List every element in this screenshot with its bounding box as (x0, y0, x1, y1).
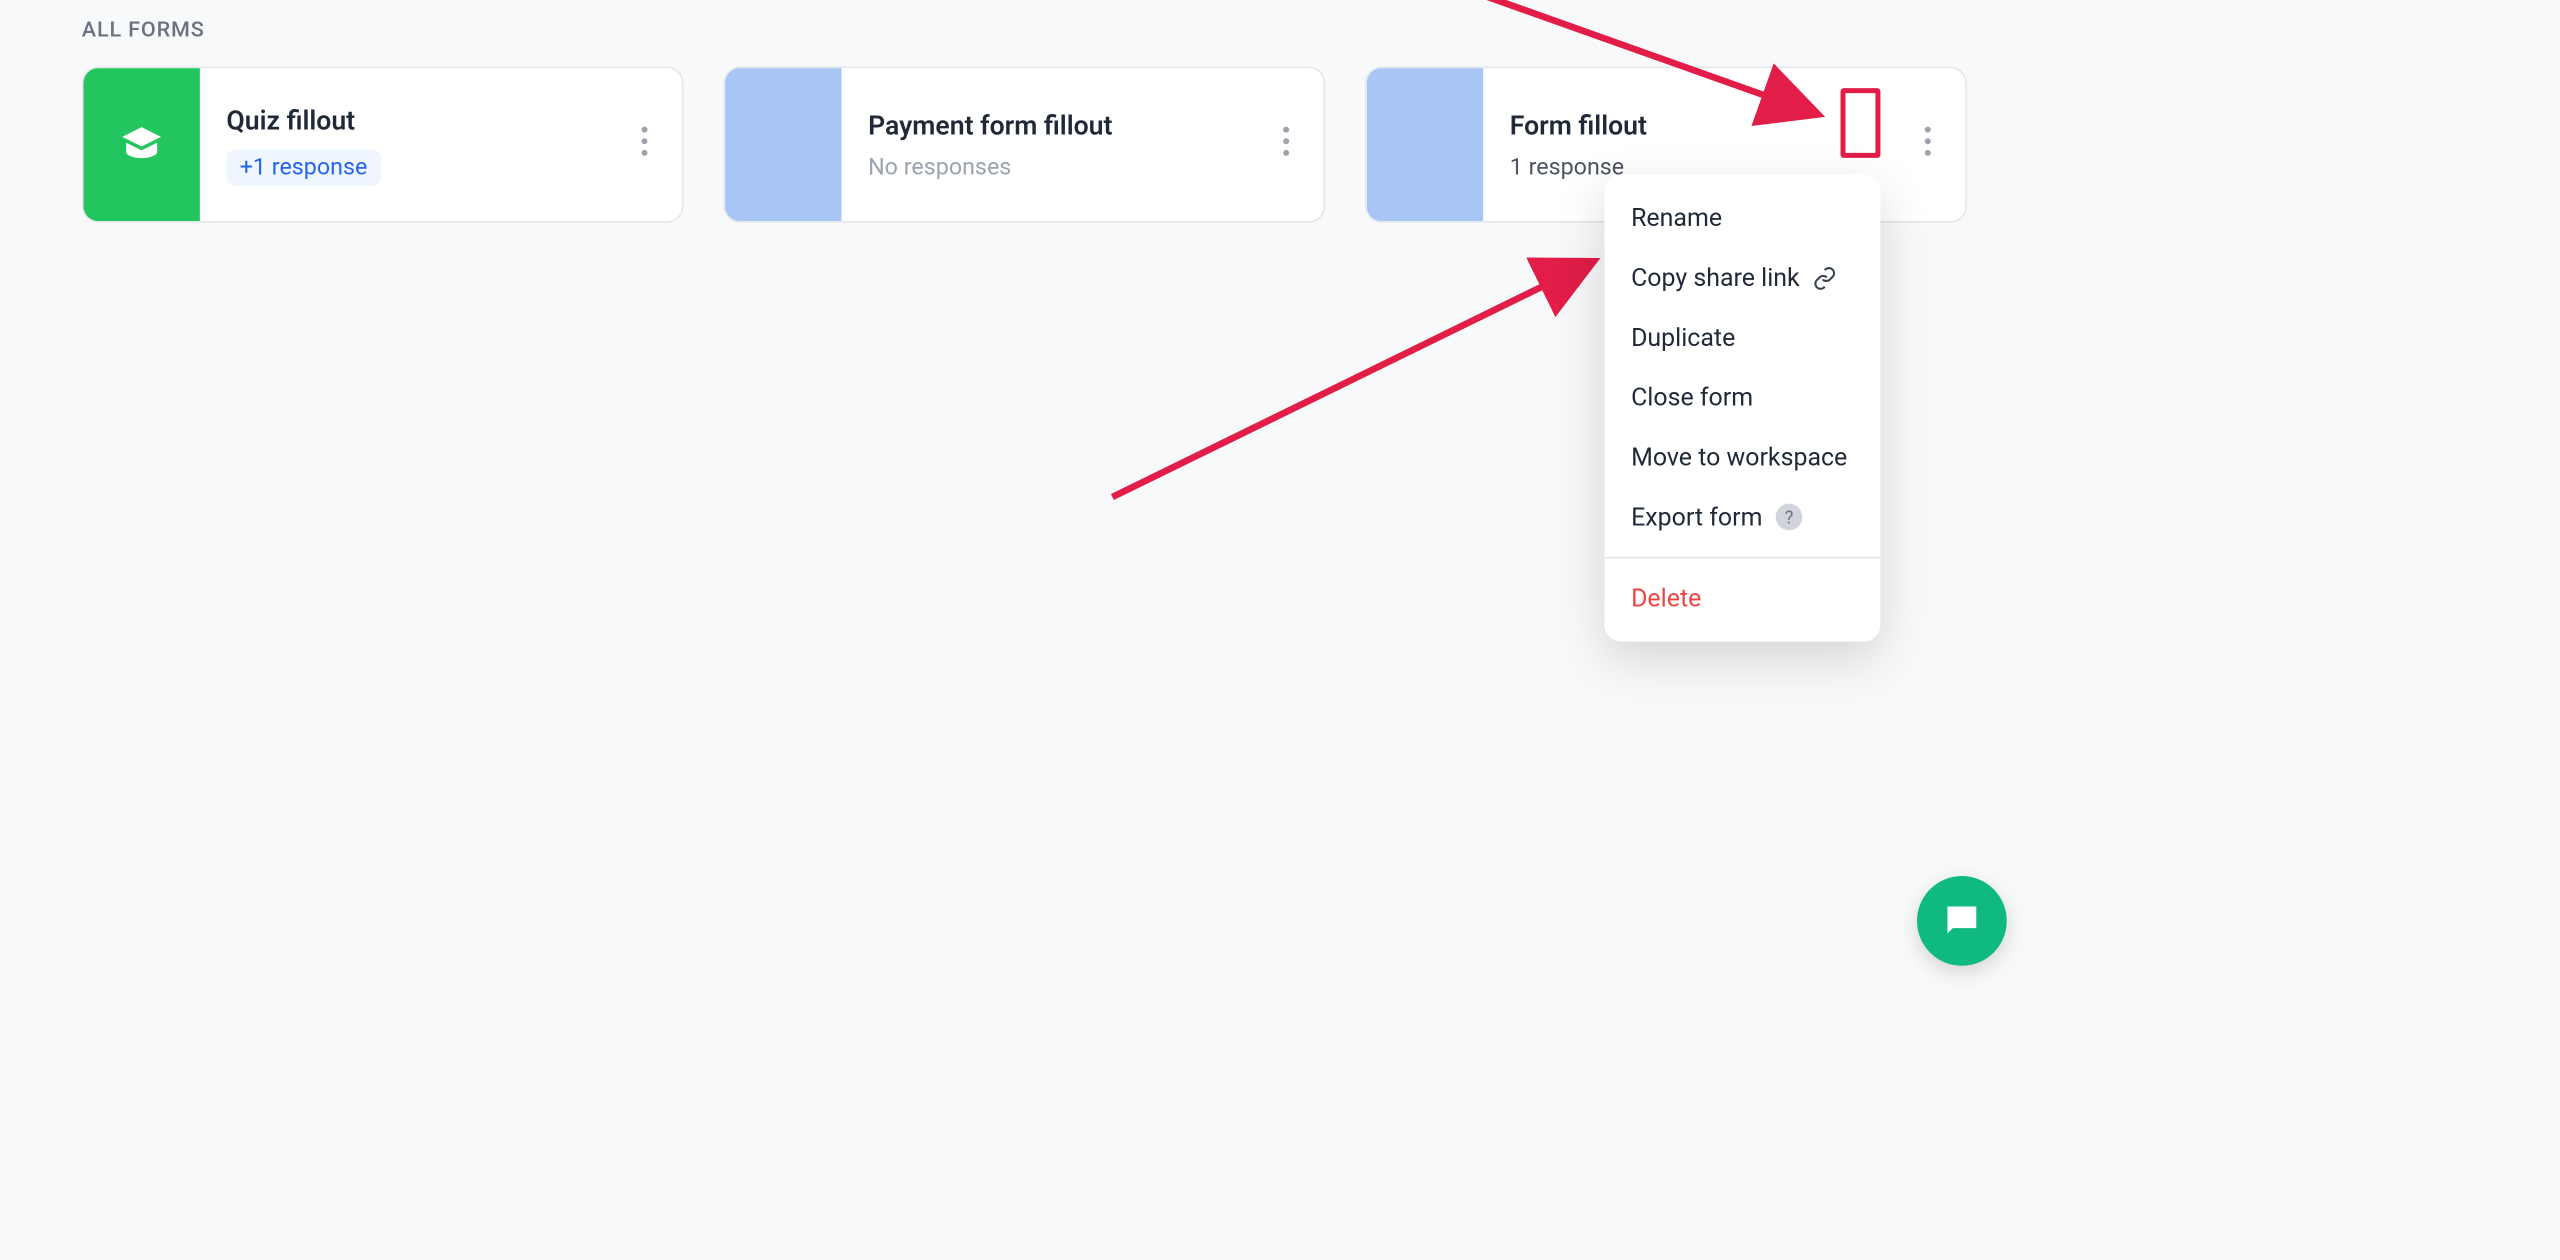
section-all-forms-label: ALL FORMS (82, 18, 1967, 43)
card-title: Payment form fillout (868, 109, 1307, 141)
ctx-move-workspace[interactable]: Move to workspace (1604, 427, 1880, 487)
card-responses: +1 response (226, 149, 380, 186)
chat-icon (1940, 899, 1983, 942)
card-more-button[interactable] (1272, 116, 1300, 173)
card-more-button[interactable] (630, 116, 658, 173)
card-accent (83, 68, 199, 221)
ctx-delete[interactable]: Delete (1604, 569, 1880, 629)
ctx-copy-share-link[interactable]: Copy share link (1604, 248, 1880, 308)
form-card-payment[interactable]: Payment form fillout No responses (723, 66, 1325, 222)
card-accent (725, 68, 841, 221)
dots-vertical-icon (1924, 126, 1932, 156)
annotation-arrow-2 (1096, 198, 1628, 514)
help-icon: ? (1776, 504, 1803, 531)
main-content: Created date Invite member Make a Fillou… (0, 0, 2050, 1009)
ctx-close-form[interactable]: Close form (1604, 367, 1880, 427)
annotation-highlight-dots (1841, 88, 1881, 158)
card-more-button[interactable] (1914, 116, 1942, 173)
chat-support-button[interactable] (1917, 876, 2007, 966)
ctx-duplicate[interactable]: Duplicate (1604, 308, 1880, 368)
divider (1604, 557, 1880, 559)
ctx-export-form[interactable]: Export form ? (1604, 487, 1880, 547)
dots-vertical-icon (640, 126, 648, 156)
graduation-icon (118, 121, 165, 168)
card-title: Form fillout (1510, 109, 1949, 141)
form-card-quiz[interactable]: Quiz fillout +1 response (82, 66, 684, 222)
card-accent (1367, 68, 1483, 221)
card-title: Quiz fillout (226, 104, 665, 136)
ctx-rename[interactable]: Rename (1604, 188, 1880, 248)
dots-vertical-icon (1282, 126, 1290, 156)
link-icon (1813, 265, 1838, 290)
card-responses: No responses (868, 154, 1307, 181)
context-menu: Rename Copy share link Duplicate Close f… (1604, 175, 1880, 642)
